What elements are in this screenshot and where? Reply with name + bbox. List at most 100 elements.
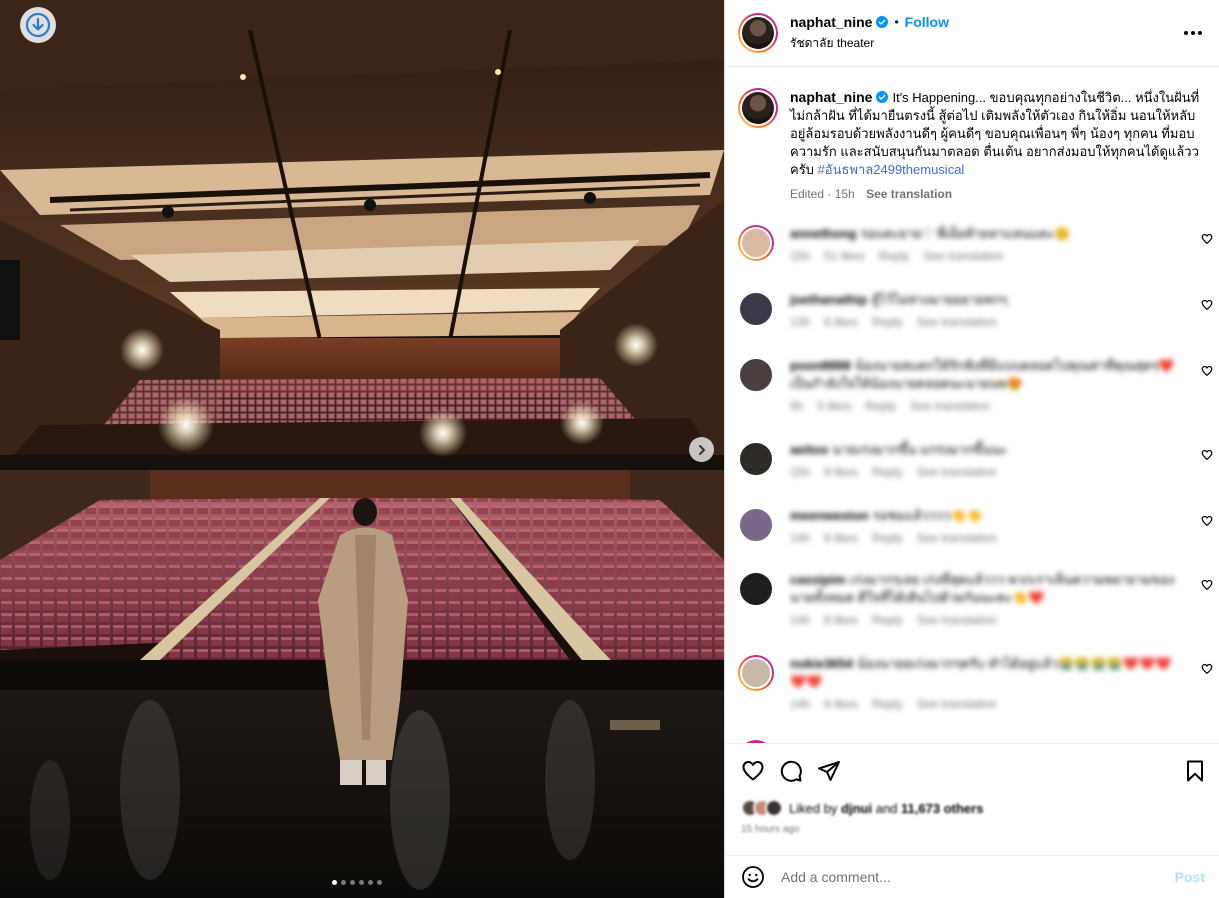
comment-item: poon8888 น้องนายสแตกให้รักฟังที่มีแบบตลอด… [738,357,1213,413]
comment-likes[interactable]: 6 likes [824,697,858,711]
commenter-username[interactable]: nokie3654 [790,656,853,671]
comment-likes[interactable]: 9 likes [824,465,858,479]
commenter-avatar[interactable] [738,357,774,393]
comment-item: nokie3654 น้องนายยเก่งมากๆครับ ทำได้อยู่แ… [738,655,1213,711]
comment-likes[interactable]: 51 likes [824,249,865,263]
carousel-next-button[interactable] [689,437,714,462]
likes-user[interactable]: djnui [841,801,872,816]
comment-text: รอแตะยาย♡ พี่เย็ยท้ายหาแหนแตะ😊 [860,226,1071,241]
download-button[interactable] [20,7,56,43]
carousel-dot [332,880,337,885]
likes-count[interactable]: 11,673 others [901,801,983,816]
commenter-avatar[interactable] [738,291,774,327]
comment-like-heart-icon[interactable] [1201,579,1213,591]
heart-icon[interactable] [741,759,765,783]
post-actions: Liked by djnui and 11,673 others 15 hour… [725,743,1219,855]
see-translation-button[interactable]: See translation [917,613,997,627]
comment-time: 15h [790,249,811,263]
comment-likes[interactable]: 8 likes [824,613,858,627]
liked-by-avatars [741,799,783,817]
comment-like-heart-icon[interactable] [1201,233,1213,245]
author-avatar[interactable] [738,13,778,53]
theater-photo [0,0,724,898]
post-header: naphat_nine • Follow รัชดาลัย theater [725,0,1219,67]
post-media[interactable] [0,0,724,898]
commenter-avatar[interactable] [738,571,774,607]
post-sidebar: naphat_nine • Follow รัชดาลัย theater na… [724,0,1219,898]
comment-time: 15h [790,465,811,479]
comment-text: สู้ไว้ไม่ห่วงมายยยายทกๆ [871,292,1008,307]
reply-button[interactable]: Reply [865,399,896,413]
verified-badge-icon [876,15,889,28]
caption-username[interactable]: naphat_nine [790,89,872,105]
see-translation-button[interactable]: See translation [917,531,997,545]
comment-item: joethanathip สู้ไว้ไม่ห่วงมายยยายทกๆ 13h 6 … [738,291,1213,329]
reply-button[interactable]: Reply [879,249,910,263]
comment-time: 14h [790,697,811,711]
comments-area[interactable]: naphat_nine It's Happening... ขอบคุณทุกอ… [725,68,1219,743]
caption-avatar[interactable] [738,88,778,128]
comment-item: aeitoo นายเก่งมากขึ้น แกร่งมากขึ้นนะ 15h 9 … [738,441,1213,479]
commenter-username[interactable]: poon8888 [790,358,851,373]
commenter-avatar[interactable] [738,225,774,261]
carousel-dot [350,880,355,885]
comment-text: นายเก่งมากขึ้น แกร่งมากขึ้นนะ [832,442,1007,457]
comment-time: 13h [790,315,811,329]
likes-summary[interactable]: Liked by djnui and 11,673 others [741,799,983,817]
comment-text: รอชมแล้วววว👏👏 [872,508,983,523]
commenter-avatar[interactable] [738,507,774,543]
comment-likes[interactable]: 6 likes [824,315,858,329]
comment-input[interactable] [781,869,1175,885]
bookmark-icon[interactable] [1183,759,1207,783]
see-translation-button[interactable]: See translation [917,697,997,711]
caption-hashtag[interactable]: #อันธพาล2499themusical [818,162,965,177]
commenter-username[interactable]: aeitoo [790,442,828,457]
comment-time: 14h [790,531,811,545]
reply-button[interactable]: Reply [872,465,903,479]
follow-button[interactable]: Follow [905,14,949,30]
carousel-dot [341,880,346,885]
author-username[interactable]: naphat_nine [790,14,872,30]
caption-edited-time: Edited · 15h [790,187,855,201]
smiley-icon[interactable] [741,865,765,889]
comment-likes[interactable]: 8 likes [824,531,858,545]
comment-item: cassipim เก่งมากๆเลย เก่งที่สุดแล้ววว พวก… [738,571,1213,627]
more-horizontal-icon [1184,31,1188,35]
commenter-avatar[interactable] [738,441,774,477]
reply-button[interactable]: Reply [872,531,903,545]
comment-like-heart-icon[interactable] [1201,515,1213,527]
reply-button[interactable]: Reply [872,613,903,627]
see-translation-button[interactable]: See translation [910,399,990,413]
paper-plane-icon[interactable] [817,759,841,783]
reply-button[interactable]: Reply [872,315,903,329]
comment-like-heart-icon[interactable] [1201,365,1213,377]
comment-time: 14h [790,613,811,627]
carousel-dot [359,880,364,885]
caption-see-translation[interactable]: See translation [866,187,952,201]
see-translation-button[interactable]: See translation [923,249,1003,263]
comment-like-heart-icon[interactable] [1201,449,1213,461]
commenter-username[interactable]: meenweston [790,508,869,523]
add-comment-bar: Post [725,855,1219,898]
comment-like-heart-icon[interactable] [1201,299,1213,311]
carousel-dots [332,880,382,885]
post-location[interactable]: รัชดาลัย theater [790,34,1181,53]
commenter-avatar[interactable] [738,655,774,691]
commenter-username[interactable]: cassipim [790,572,846,587]
carousel-dot [377,880,382,885]
likes-prefix: Liked by [789,800,838,816]
comment-likes[interactable]: 5 likes [817,399,851,413]
post-comment-button[interactable]: Post [1175,869,1205,885]
separator-dot: • [894,14,899,29]
commenter-username[interactable]: joethanathip [790,292,867,307]
see-translation-button[interactable]: See translation [917,315,997,329]
comment-item: annethong รอแตะยาย♡ พี่เย็ยท้ายหาแหนแตะ😊 1… [738,225,1213,263]
reply-button[interactable]: Reply [872,697,903,711]
chevron-right-icon [698,444,705,455]
commenter-username[interactable]: annethong [790,226,856,241]
comment-like-heart-icon[interactable] [1201,663,1213,675]
more-options-button[interactable] [1181,31,1205,35]
comment-bubble-icon[interactable] [779,759,803,783]
see-translation-button[interactable]: See translation [917,465,997,479]
comment-item: meenweston รอชมแล้วววว👏👏 14h 8 likes Reply Se… [738,507,1213,545]
